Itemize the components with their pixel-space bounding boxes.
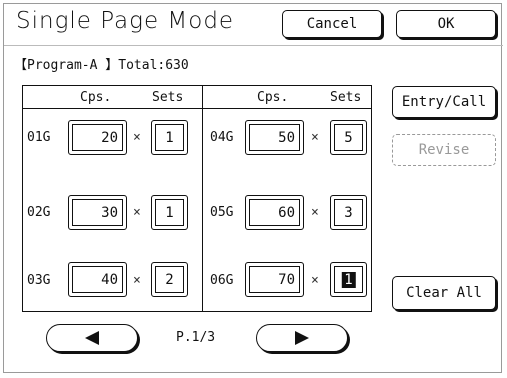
- sets-value-04g: 5: [344, 129, 353, 146]
- group-label-02g: 02G: [27, 205, 51, 220]
- sets-value-02g: 1: [165, 204, 174, 221]
- table-header-divider: [22, 108, 372, 109]
- sets-value-03g: 2: [165, 271, 174, 288]
- copies-field-05g[interactable]: 60: [245, 195, 304, 230]
- group-label-06g: 06G: [210, 273, 234, 288]
- sets-value-01g: 1: [165, 129, 174, 146]
- right-triangle-icon: [295, 331, 309, 345]
- group-label-03g: 03G: [27, 273, 51, 288]
- entry-call-label: Entry/Call: [401, 94, 487, 110]
- copies-value-06g: 70: [278, 271, 295, 288]
- times-icon: ×: [311, 205, 319, 220]
- group-label-01g: 01G: [27, 130, 51, 145]
- sets-value-05g: 3: [344, 204, 353, 221]
- right-sets-header: Sets: [330, 90, 362, 105]
- table-column-divider: [202, 85, 203, 312]
- left-triangle-icon: [85, 331, 99, 345]
- revise-label: Revise: [418, 142, 470, 158]
- copies-field-02g[interactable]: 30: [68, 195, 127, 230]
- revise-button[interactable]: Revise: [392, 134, 496, 166]
- sets-field-05g[interactable]: 3: [330, 195, 367, 230]
- copies-value-04g: 50: [278, 129, 295, 146]
- ok-button-label: OK: [437, 16, 455, 32]
- prev-page-button[interactable]: [46, 324, 138, 352]
- sets-field-06g-selected[interactable]: 1: [330, 262, 367, 297]
- sets-field-01g[interactable]: 1: [151, 120, 188, 155]
- group-label-04g: 04G: [210, 130, 234, 145]
- times-icon: ×: [133, 273, 141, 288]
- next-page-button[interactable]: [256, 324, 348, 352]
- page-indicator: P.1/3: [176, 330, 216, 345]
- sets-field-02g[interactable]: 1: [151, 195, 188, 230]
- left-sets-header: Sets: [152, 90, 184, 105]
- copies-field-01g[interactable]: 20: [68, 120, 127, 155]
- program-info: 【Program-A 】Total:630: [14, 58, 189, 73]
- sets-field-03g[interactable]: 2: [151, 262, 188, 297]
- times-icon: ×: [133, 130, 141, 145]
- copies-field-03g[interactable]: 40: [68, 262, 127, 297]
- group-label-05g: 05G: [210, 205, 234, 220]
- copies-value-01g: 20: [101, 129, 118, 146]
- clear-all-label: Clear All: [406, 285, 482, 301]
- sets-value-06g: 1: [341, 271, 356, 288]
- header-divider: [4, 45, 503, 46]
- copies-field-06g[interactable]: 70: [245, 262, 304, 297]
- entry-call-button[interactable]: Entry/Call: [392, 86, 496, 118]
- copies-value-05g: 60: [278, 204, 295, 221]
- clear-all-button[interactable]: Clear All: [392, 276, 496, 310]
- cancel-button-label: Cancel: [306, 16, 358, 32]
- times-icon: ×: [133, 205, 141, 220]
- times-icon: ×: [311, 130, 319, 145]
- copies-value-03g: 40: [101, 271, 118, 288]
- ok-button[interactable]: OK: [396, 10, 496, 38]
- copies-field-04g[interactable]: 50: [245, 120, 304, 155]
- cancel-button[interactable]: Cancel: [282, 10, 382, 38]
- page-title: Single Page Mode: [16, 8, 235, 34]
- sets-field-04g[interactable]: 5: [330, 120, 367, 155]
- right-copies-header: Cps.: [257, 90, 289, 105]
- times-icon: ×: [311, 273, 319, 288]
- copies-value-02g: 30: [101, 204, 118, 221]
- left-copies-header: Cps.: [80, 90, 112, 105]
